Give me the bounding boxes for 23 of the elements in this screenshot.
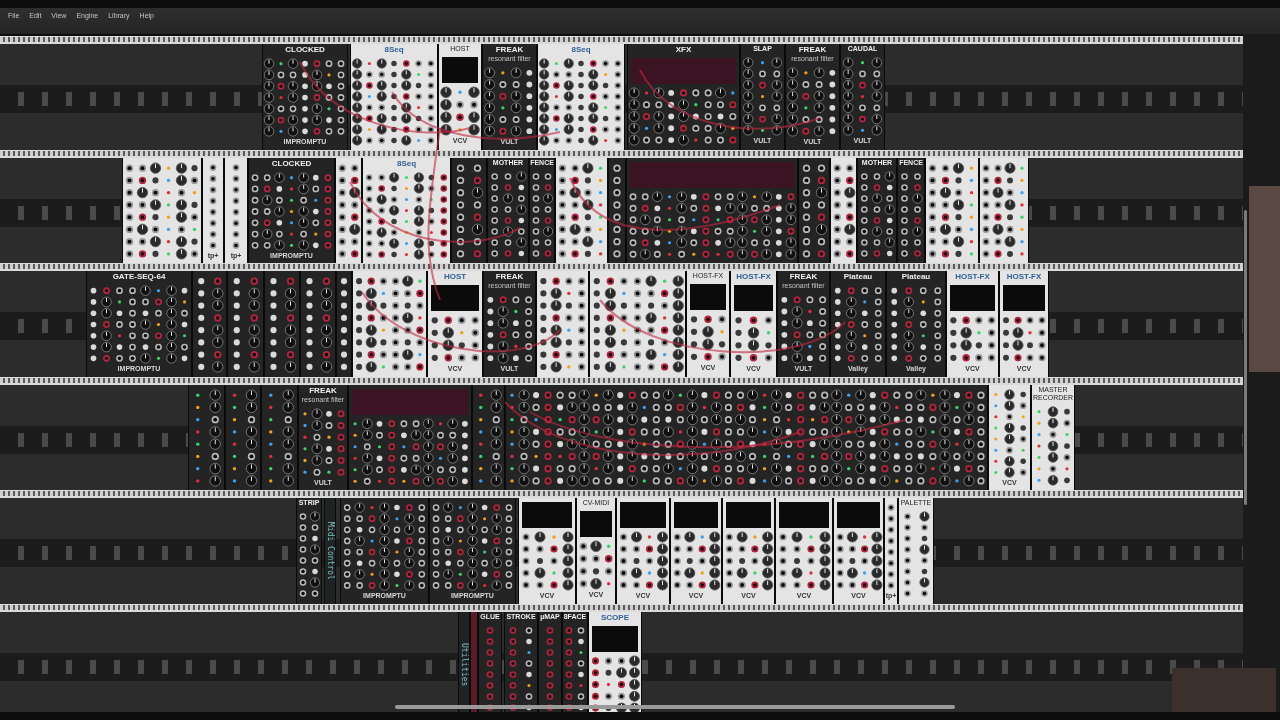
module-title: HOST-FX [1006, 272, 1042, 281]
module-label: Utilities [459, 643, 469, 687]
scrollbar-thumb[interactable] [395, 705, 955, 709]
module-title: FREAK [789, 272, 818, 281]
module-title: FREAK [495, 45, 524, 54]
module-title: 8Seq [384, 45, 404, 54]
module-title: Plateau [901, 272, 931, 281]
module-title: FREAK [309, 385, 337, 395]
module-title: HOST-FX [736, 272, 771, 281]
scrollbar-thumb[interactable] [1244, 210, 1247, 505]
module-title: Plateau [843, 272, 873, 281]
module-title: 8Seq [571, 45, 591, 54]
module-title: HOST-FX [955, 272, 990, 281]
module-label: Midi Control [325, 522, 335, 581]
module-title: HOST [443, 272, 467, 281]
module-title: FREAK [495, 272, 524, 281]
module-title: GATE-SEQ-64 [112, 272, 166, 281]
module-title: 8Seq [396, 158, 417, 168]
module-title: CLOCKED [285, 45, 325, 54]
module-title: FREAK [798, 45, 827, 54]
module-title: SCOPE [601, 612, 629, 622]
module-title: XFX [675, 45, 692, 54]
module-title: CLOCKED [271, 158, 312, 168]
